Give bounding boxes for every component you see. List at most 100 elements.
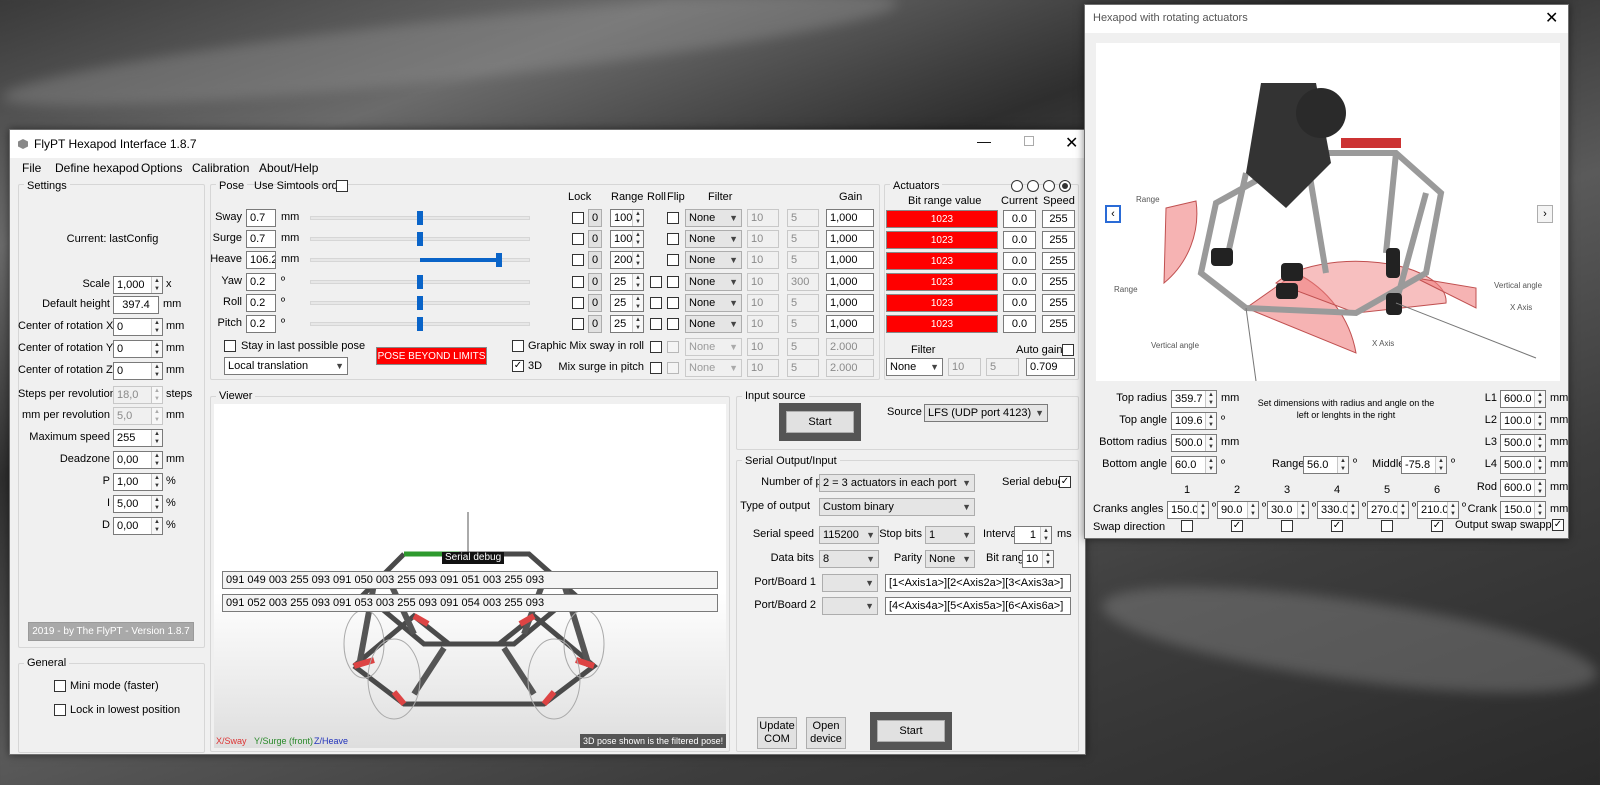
pose-filter-param-1[interactable]: 10 bbox=[747, 230, 779, 248]
pose-filter-dropdown[interactable]: None ▼ bbox=[685, 230, 742, 248]
data-bits-dropdown[interactable]: 8 ▼ bbox=[819, 550, 879, 568]
pose-axis-slider-thumb[interactable] bbox=[417, 211, 423, 225]
middle-spinner[interactable]: ▲ ▼ bbox=[1435, 457, 1446, 473]
settings-value-spinner[interactable]: ▲ ▼ bbox=[151, 363, 162, 379]
side-close-icon[interactable]: ✕ bbox=[1545, 8, 1558, 28]
mix-row-checkbox[interactable] bbox=[650, 362, 662, 374]
close-icon[interactable]: ✕ bbox=[1065, 133, 1078, 153]
pose-roll-checkbox[interactable] bbox=[650, 297, 662, 309]
mix-filter-dropdown[interactable]: None ▼ bbox=[685, 338, 742, 356]
pose-lock-checkbox[interactable] bbox=[572, 318, 584, 330]
output-type-dropdown[interactable]: Custom binary ▼ bbox=[819, 498, 975, 516]
view-mode-radio-1[interactable] bbox=[1011, 180, 1023, 192]
swap-direction-checkbox[interactable] bbox=[1281, 520, 1293, 532]
ports-dropdown[interactable]: 2 = 3 actuators in each port ▼ bbox=[819, 474, 975, 492]
pose-axis-slider-thumb[interactable] bbox=[417, 296, 423, 310]
serial-speed-dropdown[interactable]: 115200 ▼ bbox=[819, 526, 879, 544]
settings-value-spinner[interactable]: ▲ ▼ bbox=[151, 430, 162, 446]
minimize-icon[interactable]: — bbox=[977, 133, 991, 149]
pose-flip-checkbox[interactable] bbox=[667, 318, 679, 330]
serial-start-button[interactable]: Start bbox=[877, 720, 945, 742]
pose-axis-slider-thumb[interactable] bbox=[417, 275, 423, 289]
pose-filter-param-1[interactable]: 10 bbox=[747, 209, 779, 227]
update-com-button[interactable]: Update COM bbox=[757, 717, 797, 749]
pose-range-spinner[interactable]: ▲ ▼ bbox=[632, 274, 643, 290]
mix-gain-field[interactable]: 2.000 bbox=[826, 338, 874, 356]
pose-gain-field[interactable]: 1,000 bbox=[826, 209, 874, 227]
pose-range-spinner[interactable]: ▲ ▼ bbox=[632, 210, 643, 226]
pose-lock-value[interactable]: 0 bbox=[588, 294, 602, 312]
mix-filter-param-1[interactable]: 10 bbox=[747, 338, 779, 356]
mix-filter-param-2[interactable]: 5 bbox=[787, 338, 819, 356]
stay-last-pose-checkbox[interactable] bbox=[224, 340, 236, 352]
dimension-spinner[interactable]: ▲ ▼ bbox=[1205, 457, 1216, 473]
settings-value-spinner[interactable]: ▲ ▼ bbox=[151, 474, 162, 490]
mix-gain-field[interactable]: 2.000 bbox=[826, 359, 874, 377]
interval-spinner[interactable]: ▲ ▼ bbox=[1040, 527, 1051, 543]
swap-direction-checkbox[interactable] bbox=[1381, 520, 1393, 532]
swap-direction-checkbox[interactable]: ✓ bbox=[1431, 520, 1443, 532]
dimension-spinner[interactable]: ▲ ▼ bbox=[1205, 435, 1216, 451]
pose-lock-value[interactable]: 0 bbox=[588, 273, 602, 291]
pose-flip-checkbox[interactable] bbox=[667, 276, 679, 288]
menu-calibration[interactable]: Calibration bbox=[192, 159, 249, 177]
crank-angle-spinner[interactable]: ▲ ▼ bbox=[1447, 502, 1458, 518]
pose-lock-checkbox[interactable] bbox=[572, 233, 584, 245]
menu-options[interactable]: Options bbox=[141, 159, 182, 177]
length-spinner[interactable]: ▲ ▼ bbox=[1534, 391, 1545, 407]
settings-value-field[interactable]: 397.4 bbox=[113, 296, 159, 314]
actuator-filter-param-2[interactable]: 5 bbox=[986, 358, 1019, 376]
pose-gain-field[interactable]: 1,000 bbox=[826, 251, 874, 269]
pose-filter-param-2[interactable]: 5 bbox=[787, 315, 819, 333]
port1-dropdown[interactable]: ▼ bbox=[822, 574, 878, 592]
pose-lock-value[interactable]: 0 bbox=[588, 209, 602, 227]
bit-range-spinner[interactable]: ▲ ▼ bbox=[1042, 551, 1053, 567]
mix-row-flip-checkbox[interactable] bbox=[667, 341, 679, 353]
swap-direction-checkbox[interactable]: ✓ bbox=[1231, 520, 1243, 532]
pose-range-spinner[interactable]: ▲ ▼ bbox=[632, 295, 643, 311]
parity-dropdown[interactable]: None ▼ bbox=[925, 550, 975, 568]
pose-gain-field[interactable]: 1,000 bbox=[826, 294, 874, 312]
pose-filter-param-1[interactable]: 10 bbox=[747, 294, 779, 312]
auto-gain-checkbox[interactable] bbox=[1062, 344, 1074, 356]
mini-mode-checkbox[interactable] bbox=[54, 680, 66, 692]
pose-filter-param-1[interactable]: 10 bbox=[747, 273, 779, 291]
crank-angle-spinner[interactable]: ▲ ▼ bbox=[1197, 502, 1208, 518]
length-spinner[interactable]: ▲ ▼ bbox=[1534, 435, 1545, 451]
pose-filter-dropdown[interactable]: None ▼ bbox=[685, 251, 742, 269]
pose-filter-param-2[interactable]: 5 bbox=[787, 209, 819, 227]
mix-row-checkbox[interactable] bbox=[650, 341, 662, 353]
pose-filter-param-2[interactable]: 5 bbox=[787, 251, 819, 269]
3d-checkbox[interactable]: ✓ bbox=[512, 360, 524, 372]
mix-filter-param-2[interactable]: 5 bbox=[787, 359, 819, 377]
mix-filter-param-1[interactable]: 10 bbox=[747, 359, 779, 377]
next-arrow-button[interactable]: › bbox=[1537, 205, 1553, 223]
previous-arrow-button[interactable]: ‹ bbox=[1105, 205, 1121, 223]
pose-lock-checkbox[interactable] bbox=[572, 297, 584, 309]
length-spinner[interactable]: ▲ ▼ bbox=[1534, 502, 1545, 518]
view-mode-radio-3[interactable] bbox=[1043, 180, 1055, 192]
pose-range-spinner[interactable]: ▲ ▼ bbox=[632, 316, 643, 332]
port2-dropdown[interactable]: ▼ bbox=[822, 597, 878, 615]
version-button[interactable]: 2019 - by The FlyPT - Version 1.8.7 bbox=[28, 622, 194, 641]
pose-filter-dropdown[interactable]: None ▼ bbox=[685, 209, 742, 227]
port2-string-field[interactable]: [4<Axis4a>][5<Axis5a>][6<Axis6a>] bbox=[885, 597, 1071, 615]
pose-filter-param-1[interactable]: 10 bbox=[747, 251, 779, 269]
settings-value-spinner[interactable]: ▲ ▼ bbox=[151, 319, 162, 335]
pose-lock-value[interactable]: 0 bbox=[588, 251, 602, 269]
settings-value-spinner[interactable]: ▲ ▼ bbox=[151, 277, 162, 293]
port1-string-field[interactable]: [1<Axis1a>][2<Axis2a>][3<Axis3a>] bbox=[885, 574, 1071, 592]
view-mode-radio-2[interactable] bbox=[1027, 180, 1039, 192]
lock-lowest-checkbox[interactable] bbox=[54, 704, 66, 716]
pose-axis-slider-thumb[interactable] bbox=[417, 317, 423, 331]
graphic-checkbox[interactable] bbox=[512, 340, 524, 352]
length-spinner[interactable]: ▲ ▼ bbox=[1534, 413, 1545, 429]
maximize-icon[interactable] bbox=[1024, 136, 1034, 146]
settings-value-spinner[interactable]: ▲ ▼ bbox=[151, 496, 162, 512]
pose-flip-checkbox[interactable] bbox=[667, 212, 679, 224]
view-mode-radio-4[interactable] bbox=[1059, 180, 1071, 192]
pose-filter-dropdown[interactable]: None ▼ bbox=[685, 294, 742, 312]
pose-lock-checkbox[interactable] bbox=[572, 276, 584, 288]
pose-axis-slider-thumb[interactable] bbox=[417, 232, 423, 246]
pose-lock-checkbox[interactable] bbox=[572, 254, 584, 266]
